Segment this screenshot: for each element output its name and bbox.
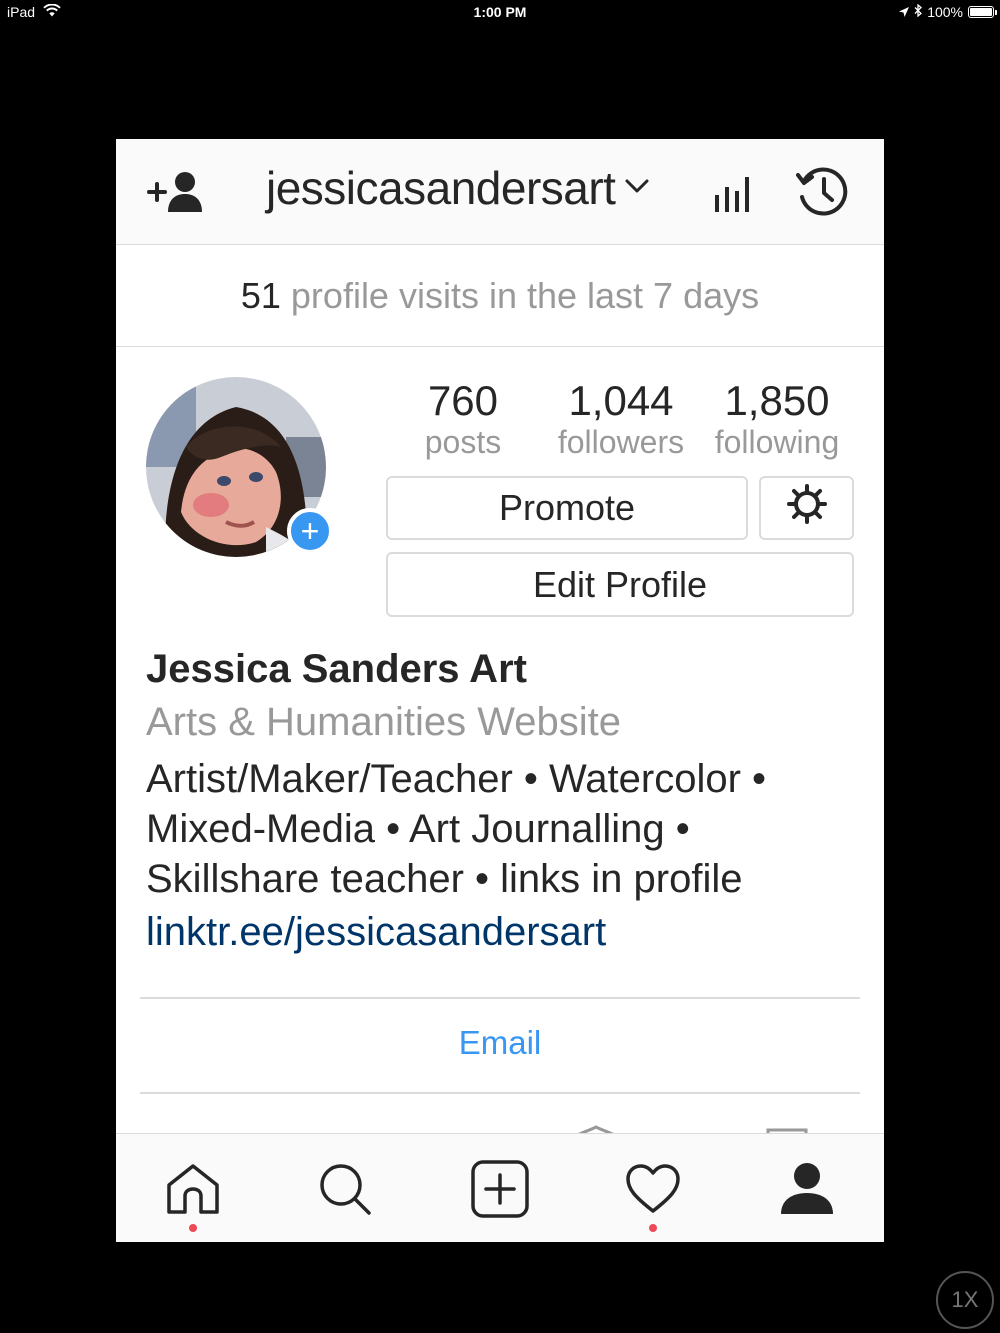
location-icon bbox=[899, 4, 910, 20]
bio-line: Artist/Maker/Teacher • Watercolor • bbox=[146, 757, 767, 801]
chevron-down-icon bbox=[625, 179, 649, 198]
nav-activity[interactable] bbox=[618, 1156, 688, 1226]
nav-search[interactable] bbox=[310, 1156, 380, 1226]
username: jessicasandersart bbox=[266, 162, 616, 214]
nav-new-post[interactable] bbox=[465, 1156, 535, 1226]
bio-line: Mixed-Media • Art Journalling • bbox=[146, 807, 690, 851]
visits-count: 51 bbox=[240, 274, 281, 316]
status-bar: iPad 1:00 PM 100% bbox=[0, 0, 1000, 26]
followers-label: followers bbox=[557, 424, 685, 460]
settings-button[interactable] bbox=[759, 476, 854, 540]
battery-icon bbox=[968, 6, 997, 18]
battery-percent: 100% bbox=[927, 4, 963, 20]
category-label: Arts & Humanities Website bbox=[146, 700, 621, 744]
search-icon bbox=[318, 1162, 372, 1221]
home-notification-dot bbox=[189, 1224, 197, 1232]
bio-section: Jessica Sanders Art Arts & Humanities We… bbox=[146, 644, 856, 960]
gear-icon bbox=[786, 483, 828, 534]
edit-profile-button[interactable]: Edit Profile bbox=[386, 552, 854, 617]
profile-icon bbox=[779, 1162, 835, 1221]
bio-line: Skillshare teacher • links in profile bbox=[146, 857, 743, 901]
status-time: 1:00 PM bbox=[473, 4, 527, 20]
zoom-toggle-button[interactable]: 1X bbox=[936, 1271, 994, 1329]
bluetooth-icon bbox=[914, 3, 923, 20]
account-switcher[interactable]: jessicasandersart bbox=[266, 161, 649, 215]
add-story-plus-icon[interactable]: + bbox=[287, 508, 333, 554]
display-name: Jessica Sanders Art bbox=[146, 647, 527, 691]
visits-text: profile visits in the last 7 days bbox=[290, 274, 760, 316]
archive-icon[interactable] bbox=[796, 167, 852, 224]
activity-notification-dot bbox=[649, 1224, 657, 1232]
divider bbox=[140, 1092, 860, 1094]
posts-label: posts bbox=[424, 424, 502, 460]
bottom-nav bbox=[116, 1133, 884, 1242]
profile-header: jessicasandersart bbox=[116, 139, 884, 245]
home-icon bbox=[165, 1163, 221, 1220]
heart-icon bbox=[625, 1163, 681, 1219]
insights-icon[interactable] bbox=[712, 171, 756, 220]
nav-profile[interactable] bbox=[772, 1156, 842, 1226]
add-person-icon[interactable] bbox=[146, 171, 208, 218]
following-count: 1,850 bbox=[724, 377, 830, 424]
website-link[interactable]: linktr.ee/jessicasandersart bbox=[146, 904, 856, 960]
divider bbox=[140, 997, 860, 999]
following-label: following bbox=[714, 424, 840, 460]
posts-count: 760 bbox=[427, 377, 499, 424]
bio-text: Artist/Maker/Teacher • Watercolor • Mixe… bbox=[146, 754, 856, 904]
following-stat[interactable]: 1,850 following bbox=[706, 377, 848, 459]
instagram-profile-screen: jessicasandersart 51 profile visits in t… bbox=[116, 139, 884, 1242]
followers-stat[interactable]: 1,044 followers bbox=[548, 377, 694, 459]
followers-count: 1,044 bbox=[568, 377, 674, 424]
email-button[interactable]: Email bbox=[116, 1024, 884, 1062]
posts-stat[interactable]: 760 posts bbox=[406, 377, 520, 459]
nav-home[interactable] bbox=[158, 1156, 228, 1226]
new-post-icon bbox=[471, 1159, 529, 1223]
profile-visits-banner[interactable]: 51 profile visits in the last 7 days bbox=[116, 245, 884, 347]
promote-button[interactable]: Promote bbox=[386, 476, 748, 540]
